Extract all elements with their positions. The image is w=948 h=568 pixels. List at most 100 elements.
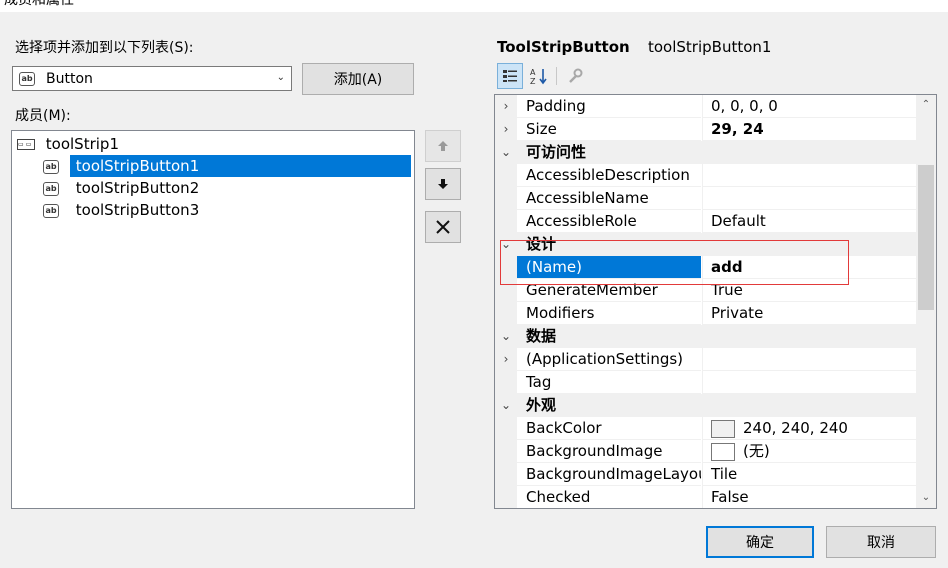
property-row[interactable]: BackgroundImageLayout Tile [495,463,917,486]
title-bar: 成员和属性 [0,0,948,12]
row-gutter [495,187,517,210]
arrow-up-icon [438,141,448,151]
property-row[interactable]: Modifiers Private [495,302,917,325]
expand-icon[interactable]: › [495,348,517,371]
property-category[interactable]: ⌄ 数据 [495,325,917,348]
ok-button[interactable]: 确定 [706,526,814,558]
category-name: 可访问性 [517,141,917,164]
categorized-icon [503,70,517,82]
row-gutter [495,210,517,233]
property-value-text: 29, 24 [711,120,764,138]
property-value[interactable]: False [702,486,917,508]
property-name: Modifiers [517,302,701,325]
categorized-button[interactable] [497,63,523,89]
property-value[interactable] [702,164,917,187]
property-value[interactable]: Private [702,302,917,325]
property-value[interactable]: Tile [702,463,917,486]
property-name: AccessibleName [517,187,701,210]
property-value[interactable]: Default [702,210,917,233]
property-row[interactable]: Tag [495,371,917,394]
property-value-text: Tile [711,465,738,483]
property-grid-toolbar: AZ [494,63,590,91]
delete-button[interactable] [425,211,461,243]
property-value[interactable] [702,371,917,394]
arrow-down-icon [438,179,448,189]
property-value[interactable]: 0, 0, 0, 0 [702,95,917,118]
collapse-icon[interactable]: ⌄ [495,394,517,417]
expand-icon[interactable]: › [495,95,517,118]
property-value[interactable]: (无) [702,440,917,463]
property-value[interactable]: 29, 24 [702,118,917,141]
tree-item-label: toolStripButton3 [75,201,200,219]
tree-item-toolstripbutton1[interactable]: ab toolStripButton1 [43,155,411,177]
category-name: 数据 [517,325,917,348]
property-name: AccessibleDescription [517,164,701,187]
object-type-label: ToolStripButton [497,38,630,56]
select-item-label: 选择项并添加到以下列表(S): [15,40,194,56]
row-gutter [495,440,517,463]
svg-text:A: A [530,68,536,77]
property-name: AccessibleRole [517,210,701,233]
tree-item-toolstrip1[interactable]: ▭ ▭ toolStrip1 [17,133,125,155]
property-pages-button[interactable] [562,63,588,89]
delete-x-icon [436,220,450,234]
chevron-down-icon[interactable]: ⌄ [277,72,285,83]
property-grid-scrollbar[interactable]: ⌃ ⌄ [916,95,936,508]
property-rows: › Padding 0, 0, 0, 0 › Size 29, 24 ⌄ 可访问性 Access… [495,95,917,508]
property-category[interactable]: ⌄ 可访问性 [495,141,917,164]
cancel-button[interactable]: 取消 [826,526,936,558]
property-value[interactable] [702,187,917,210]
color-swatch [711,442,735,461]
collapse-icon[interactable]: ⌄ [495,325,517,348]
property-grid[interactable]: › Padding 0, 0, 0, 0 › Size 29, 24 ⌄ 可访问性 Access… [494,94,937,509]
property-category[interactable]: ⌄ 外观 [495,394,917,417]
tree-item-toolstripbutton2[interactable]: ab toolStripButton2 [43,177,205,199]
property-row[interactable]: AccessibleDescription [495,164,917,187]
property-name: (ApplicationSettings) [517,348,701,371]
row-gutter [495,463,517,486]
property-row[interactable]: AccessibleRole Default [495,210,917,233]
scroll-down-icon[interactable]: ⌄ [916,488,936,508]
button-icon: ab [43,181,59,196]
row-gutter [495,417,517,440]
window-title: 成员和属性 [4,0,74,8]
property-row[interactable]: AccessibleName [495,187,917,210]
property-row[interactable]: BackColor 240, 240, 240 [495,417,917,440]
move-up-button[interactable] [425,130,461,162]
property-value[interactable] [702,348,917,371]
property-name: BackgroundImageLayout [517,463,701,486]
object-name-label: toolStripButton1 [648,38,772,56]
svg-text:Z: Z [530,77,536,85]
property-value-text: 240, 240, 240 [743,419,848,437]
members-list[interactable]: ▭ ▭ toolStrip1 ab toolStripButton1 ab to… [11,130,415,509]
property-row[interactable]: › Padding 0, 0, 0, 0 [495,95,917,118]
property-name: BackgroundImage [517,440,701,463]
expand-icon[interactable]: › [495,118,517,141]
property-name: Padding [517,95,701,118]
property-value-text: Private [711,304,764,322]
property-row[interactable]: › (ApplicationSettings) [495,348,917,371]
category-name: 外观 [517,394,917,417]
alphabetical-button[interactable]: AZ [526,63,552,89]
scroll-thumb[interactable] [918,165,934,310]
toolstrip-icon: ▭ ▭ [17,139,35,150]
collapse-icon[interactable]: ⌄ [495,141,517,164]
tree-item-label: toolStripButton2 [75,179,200,197]
property-name: Checked [517,486,701,508]
item-type-combo[interactable]: ab Button ⌄ [12,66,292,91]
add-button[interactable]: 添加(A) [302,63,414,95]
property-row[interactable]: Checked False [495,486,917,508]
tree-item-label: toolStrip1 [45,135,119,153]
move-down-button[interactable] [425,168,461,200]
property-row[interactable]: › Size 29, 24 [495,118,917,141]
toolbar-separator [556,67,557,85]
tree-item-label: toolStripButton1 [69,155,411,177]
property-value[interactable]: 240, 240, 240 [702,417,917,440]
property-name: Tag [517,371,701,394]
property-row[interactable]: BackgroundImage (无) [495,440,917,463]
tree-item-toolstripbutton3[interactable]: ab toolStripButton3 [43,199,205,221]
property-name: Size [517,118,701,141]
scroll-up-icon[interactable]: ⌃ [916,95,936,115]
combo-value: Button [46,71,93,87]
button-icon: ab [43,203,59,218]
